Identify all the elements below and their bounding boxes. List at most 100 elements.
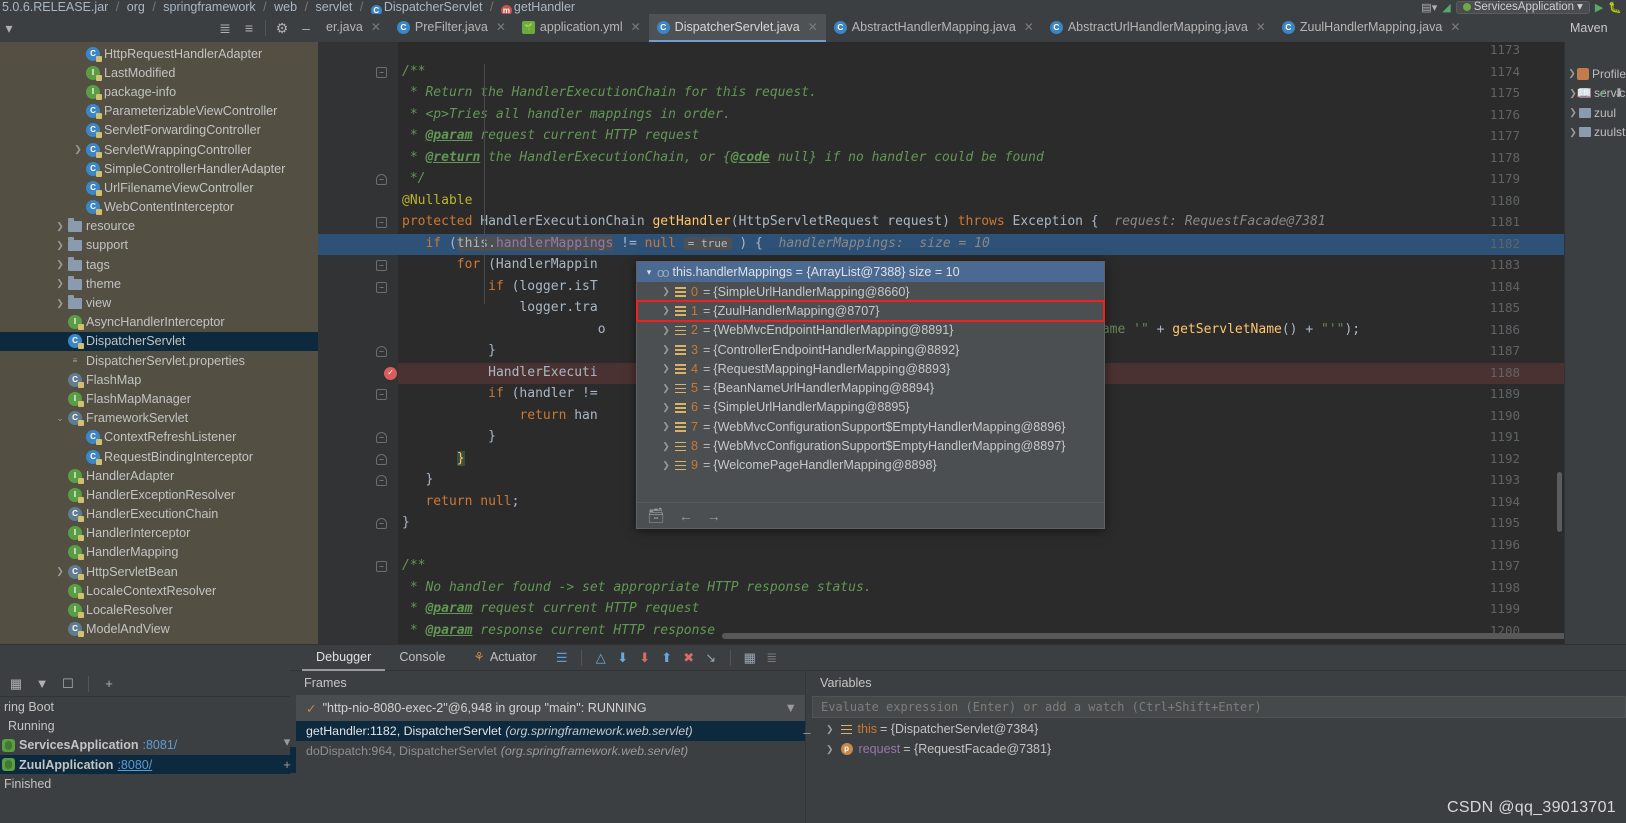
- breadcrumb-class[interactable]: DispatcherServlet: [384, 0, 483, 14]
- run-app-port[interactable]: :8081/: [143, 738, 178, 752]
- run-status-row[interactable]: Running: [0, 716, 290, 735]
- code-fold-toggle[interactable]: −: [376, 174, 387, 185]
- chevron-right-icon[interactable]: ❯: [659, 421, 673, 432]
- run-footer-row[interactable]: Finished: [0, 774, 290, 793]
- debug-value-popup[interactable]: ▾ oo this.handlerMappings = {ArrayList@7…: [636, 261, 1105, 529]
- chevron-right-icon[interactable]: ❯: [659, 460, 673, 471]
- tab-actuator[interactable]: ⚘ Actuator: [460, 645, 551, 671]
- tab-dispatcherservlet-java[interactable]: C DispatcherServlet.java ✕: [648, 14, 826, 42]
- tree-item-localeresolver[interactable]: I LocaleResolver: [0, 600, 318, 619]
- tree-item-handlerexecutionchain[interactable]: C HandlerExecutionChain: [0, 505, 318, 524]
- hammer-icon[interactable]: ◢: [1442, 1, 1450, 14]
- step-out-icon[interactable]: ⬆: [656, 647, 678, 669]
- frames-dropdown-icon[interactable]: ▾: [276, 731, 298, 753]
- run-group-header[interactable]: ring Boot: [0, 697, 290, 716]
- popup-list-item[interactable]: ❯ 8 = {WebMvcConfigurationSupport$EmptyHand…: [637, 436, 1104, 455]
- close-icon[interactable]: ✕: [1256, 20, 1266, 34]
- chevron-right-icon[interactable]: ❯: [52, 240, 68, 251]
- popup-list-item[interactable]: ❯ 2 = {WebMvcEndpointHandlerMapping@8891}: [637, 321, 1104, 340]
- maven-tool-window[interactable]: 📖 ✓ ⬇ ❯ Profile ❯ servic ❯ zuul ❯ zuulst: [1564, 42, 1626, 644]
- maven-tree-item[interactable]: ❯ zuulst: [1565, 123, 1626, 143]
- code-line[interactable]: }: [488, 429, 496, 444]
- tree-item-flashmap[interactable]: C FlashMap: [0, 370, 318, 389]
- chevron-right-icon[interactable]: ❯: [52, 566, 68, 577]
- tree-item-theme[interactable]: ❯ theme: [0, 274, 318, 293]
- project-tree[interactable]: C HttpRequestHandlerAdapter I LastModified I…: [0, 42, 318, 644]
- chevron-right-icon[interactable]: ❯: [70, 144, 86, 155]
- chevron-down-icon[interactable]: ⌄: [52, 413, 68, 424]
- coverage-icon[interactable]: ▤▾: [1421, 1, 1437, 14]
- code-line[interactable]: @Nullable: [402, 193, 472, 208]
- popup-list-item[interactable]: ❯ 4 = {RequestMappingHandlerMapping@8893}: [637, 359, 1104, 378]
- breadcrumb-part-0[interactable]: org: [127, 0, 145, 14]
- variable-row-request[interactable]: ❯ p request = {RequestFacade@7381}: [806, 739, 1626, 759]
- chevron-right-icon[interactable]: ❯: [659, 286, 673, 297]
- gear-icon[interactable]: ⚙: [270, 16, 294, 40]
- tree-item-flashmapmanager[interactable]: I FlashMapManager: [0, 389, 318, 408]
- check-icon[interactable]: ✓: [1598, 86, 1608, 100]
- tree-item-requestbindinginterceptor[interactable]: C RequestBindingInterceptor: [0, 447, 318, 466]
- tab-abstracthandlermapping-java[interactable]: C AbstractHandlerMapping.java ✕: [826, 14, 1042, 42]
- tree-item-servletwrappingcontroller[interactable]: ❯ C ServletWrappingController: [0, 140, 318, 159]
- maven-tree-item[interactable]: ❯ zuul: [1565, 103, 1626, 123]
- code-line[interactable]: */: [402, 171, 426, 186]
- close-icon[interactable]: ✕: [496, 20, 506, 34]
- code-fold-toggle[interactable]: −: [376, 453, 387, 465]
- breadcrumb-part-3[interactable]: servlet: [316, 0, 353, 14]
- forward-arrow-icon[interactable]: →: [707, 508, 721, 524]
- code-line[interactable]: HandlerExecuti: [488, 365, 598, 380]
- tool-tab-maven[interactable]: Maven: [1564, 14, 1626, 42]
- code-line[interactable]: if (this.handlerMappings != null = true …: [425, 235, 990, 251]
- chevron-right-icon[interactable]: ❯: [826, 724, 834, 735]
- hide-icon[interactable]: –: [294, 16, 318, 40]
- editor-gutter[interactable]: [318, 42, 398, 644]
- step-over-icon[interactable]: ⬇: [612, 647, 634, 669]
- code-fold-toggle[interactable]: −: [376, 432, 387, 443]
- collapse-all-icon[interactable]: ≡: [237, 16, 261, 40]
- code-fold-toggle[interactable]: −: [376, 260, 387, 271]
- chevron-down-icon[interactable]: ▾: [641, 267, 657, 278]
- tree-item-httprequesthandleradapter[interactable]: C HttpRequestHandlerAdapter: [0, 44, 318, 63]
- run-app-zuul[interactable]: ZuulApplication :8080/: [0, 754, 290, 775]
- expand-all-icon[interactable]: ≣: [213, 16, 237, 40]
- code-line[interactable]: if (handler !=: [488, 386, 598, 401]
- settings-icon[interactable]: ≣: [761, 647, 783, 669]
- chevron-right-icon[interactable]: ❯: [659, 383, 673, 394]
- tab-er-java[interactable]: er.java ✕: [318, 14, 389, 42]
- tree-item-package-info[interactable]: Ipackage-info: [0, 82, 318, 101]
- code-line[interactable]: }: [456, 450, 465, 466]
- code-line[interactable]: return null;: [425, 494, 519, 509]
- tab-application-yml[interactable]: 🌱 application.yml ✕: [514, 14, 649, 42]
- popup-list-item[interactable]: ❯ 0 = {SimpleUrlHandlerMapping@8660}: [637, 282, 1104, 301]
- code-line[interactable]: /**: [402, 558, 425, 573]
- code-line[interactable]: * @param request current HTTP request: [402, 601, 700, 616]
- force-step-into-icon[interactable]: ✖: [678, 647, 700, 669]
- close-icon[interactable]: ✕: [371, 20, 381, 34]
- back-arrow-icon[interactable]: ←: [679, 508, 693, 524]
- tab-zuulhandlermapping-java[interactable]: C ZuulHandlerMapping.java ✕: [1274, 14, 1469, 42]
- chevron-right-icon[interactable]: ❯: [659, 402, 673, 413]
- download-icon[interactable]: ⬇: [1614, 86, 1624, 100]
- tree-item-dispatcherservlet[interactable]: C DispatcherServlet: [0, 331, 318, 351]
- run-dashboard[interactable]: ▦ ▼ ☐ + ring Boot Running ServicesApplic…: [0, 645, 290, 823]
- tree-item-localecontextresolver[interactable]: I LocaleContextResolver: [0, 581, 318, 600]
- code-line[interactable]: /**: [402, 64, 425, 79]
- remove-watch-icon[interactable]: –: [796, 721, 818, 743]
- code-line[interactable]: }: [425, 472, 433, 487]
- code-line[interactable]: * @param response current HTTP response: [402, 623, 715, 638]
- chevron-right-icon[interactable]: ❯: [1567, 68, 1577, 79]
- tree-item-handlermapping[interactable]: I HandlerMapping: [0, 543, 318, 562]
- code-fold-toggle[interactable]: −: [376, 389, 387, 400]
- run-app-services[interactable]: ServicesApplication :8081/: [0, 736, 290, 755]
- tree-item-view[interactable]: ❯ view: [0, 293, 318, 312]
- chevron-right-icon[interactable]: ❯: [1567, 107, 1579, 118]
- code-line[interactable]: }: [402, 515, 410, 530]
- tree-item-handlerexceptionresolver[interactable]: I HandlerExceptionResolver: [0, 485, 318, 504]
- chevron-right-icon[interactable]: ❯: [52, 298, 68, 309]
- close-icon[interactable]: ✕: [1024, 20, 1034, 34]
- tab-abstracturlhandlermapping-java[interactable]: C AbstractUrlHandlerMapping.java ✕: [1042, 14, 1274, 42]
- add-watch-icon[interactable]: +: [276, 753, 298, 775]
- chevron-right-icon[interactable]: ❯: [659, 325, 673, 336]
- code-line[interactable]: }: [488, 343, 496, 358]
- tree-item-urlfilenameviewcontroller[interactable]: C UrlFilenameViewController: [0, 178, 318, 197]
